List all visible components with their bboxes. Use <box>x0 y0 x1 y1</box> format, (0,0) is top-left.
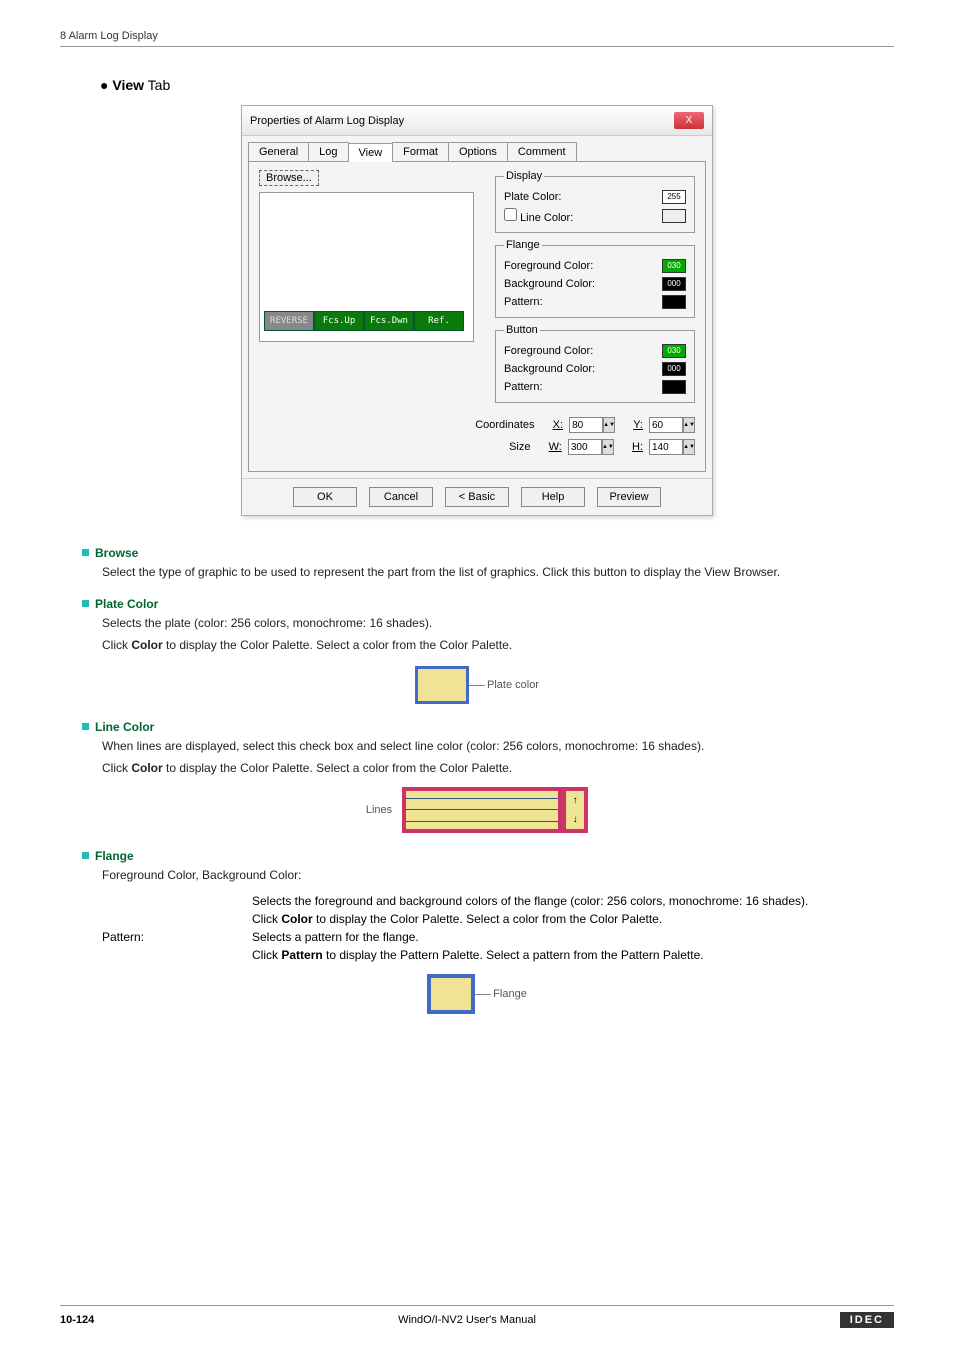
heading-plate-color: Plate Color <box>82 597 894 611</box>
line-color-swatch[interactable] <box>662 209 686 223</box>
browse-button[interactable]: Browse... <box>259 170 319 186</box>
flange-demo <box>427 974 475 1014</box>
cancel-button[interactable]: Cancel <box>369 487 433 507</box>
size-label: Size <box>509 441 530 453</box>
preview-fcsup: Fcs.Up <box>314 311 364 331</box>
properties-dialog: Properties of Alarm Log Display X Genera… <box>241 105 713 516</box>
lines-demo <box>402 787 562 833</box>
basic-button[interactable]: < Basic <box>445 487 509 507</box>
group-display: Display Plate Color: 255 Line Color: <box>495 170 695 233</box>
heading-flange: Flange <box>82 849 894 863</box>
plate-color-demo <box>415 666 469 704</box>
page-footer: 10-124 WindO/I-NV2 User's Manual IDEC <box>60 1305 894 1328</box>
page-number: 10-124 <box>60 1314 94 1326</box>
flange-pattern-swatch[interactable] <box>662 295 686 309</box>
heading-browse: Browse <box>82 546 894 560</box>
flange-pattern-label: Pattern: <box>102 930 252 944</box>
dialog-title: Properties of Alarm Log Display <box>250 115 404 127</box>
tab-view[interactable]: View <box>348 143 394 162</box>
x-input[interactable] <box>569 417 603 433</box>
ok-button[interactable]: OK <box>293 487 357 507</box>
plate-color-swatch[interactable]: 255 <box>662 190 686 204</box>
tab-comment[interactable]: Comment <box>507 142 577 161</box>
close-icon[interactable]: X <box>674 112 704 129</box>
line-color-checkbox[interactable] <box>504 208 517 221</box>
brand-logo: IDEC <box>840 1312 894 1328</box>
flange-fg-swatch[interactable]: 030 <box>662 259 686 273</box>
browse-text: Select the type of graphic to be used to… <box>102 564 894 581</box>
lines-arrows: ↑↓ <box>562 787 588 833</box>
h-input[interactable] <box>649 439 683 455</box>
button-bg-swatch[interactable]: 000 <box>662 362 686 376</box>
heading-line-color: Line Color <box>82 720 894 734</box>
breadcrumb: 8 Alarm Log Display <box>60 30 894 47</box>
graphic-preview: REVERSE Fcs.Up Fcs.Dwn Ref. <box>259 192 474 342</box>
plate-color-label: Plate Color: <box>504 191 561 203</box>
tab-log[interactable]: Log <box>308 142 348 161</box>
group-flange: Flange Foreground Color:030 Background C… <box>495 239 695 318</box>
y-input[interactable] <box>649 417 683 433</box>
flange-sub: Foreground Color, Background Color: <box>102 867 894 884</box>
plate-callout-label: Plate color <box>487 679 539 691</box>
tab-general[interactable]: General <box>248 142 309 161</box>
manual-title: WindO/I-NV2 User's Manual <box>398 1314 536 1326</box>
help-button[interactable]: Help <box>521 487 585 507</box>
tab-format[interactable]: Format <box>392 142 449 161</box>
tab-options[interactable]: Options <box>448 142 508 161</box>
button-fg-swatch[interactable]: 030 <box>662 344 686 358</box>
dialog-tabs: General Log View Format Options Comment <box>242 136 712 161</box>
preview-fcsdwn: Fcs.Dwn <box>364 311 414 331</box>
button-pattern-swatch[interactable] <box>662 380 686 394</box>
line-color-label: Line Color: <box>520 212 573 224</box>
preview-reverse: REVERSE <box>264 311 314 331</box>
preview-ref: Ref. <box>414 311 464 331</box>
lines-callout-label: Lines <box>366 804 392 816</box>
flange-bg-swatch[interactable]: 000 <box>662 277 686 291</box>
group-button: Button Foreground Color:030 Background C… <box>495 324 695 403</box>
w-input[interactable] <box>568 439 602 455</box>
preview-button[interactable]: Preview <box>597 487 661 507</box>
flange-callout-label: Flange <box>493 988 527 1000</box>
coordinates-label: Coordinates <box>475 419 534 431</box>
section-view-tab: ● View Tab <box>100 77 894 93</box>
